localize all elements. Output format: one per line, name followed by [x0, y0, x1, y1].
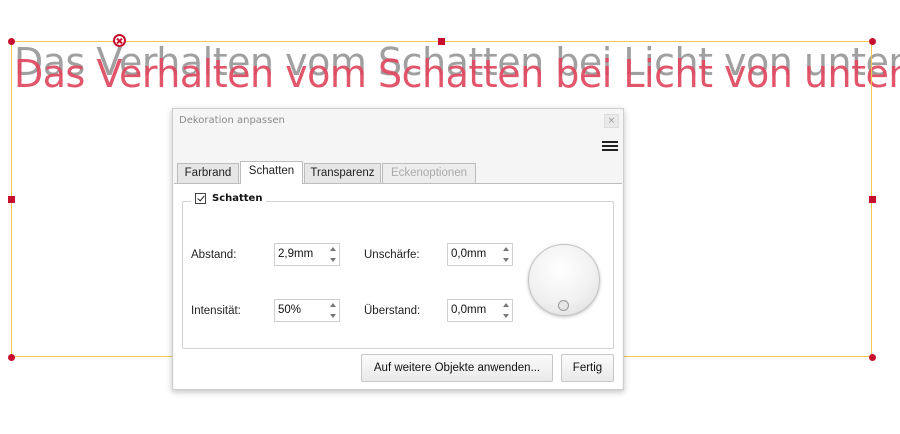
shadow-group-legend: Schatten: [191, 193, 267, 204]
intensitaet-value: 50%: [278, 304, 302, 316]
resize-handle-top-left[interactable]: [8, 38, 15, 45]
tab-transparenz[interactable]: Transparenz: [304, 163, 381, 183]
shadow-group: Schatten Abstand: 2,9mm Unschärfe: 0,0mm…: [182, 193, 614, 349]
tab-eckenoptionen: Eckenoptionen: [382, 163, 476, 183]
unschaerfe-label: Unschärfe:: [364, 249, 420, 261]
unschaerfe-value: 0,0mm: [451, 248, 487, 260]
resize-handle-top-center[interactable]: [438, 38, 445, 45]
ueberstand-stepper[interactable]: 0,0mm: [447, 299, 513, 322]
shadow-checkbox[interactable]: [195, 193, 206, 204]
resize-handle-bottom-right[interactable]: [869, 354, 876, 361]
dial-knob-handle[interactable]: [558, 300, 569, 311]
decoration-dialog: Dekoration anpassen × Farbrand Schatten …: [172, 108, 624, 390]
resize-handle-middle-right[interactable]: [869, 196, 876, 203]
light-direction-dial[interactable]: [528, 244, 600, 316]
abstand-increment-icon[interactable]: [330, 247, 336, 251]
tab-farbrand[interactable]: Farbrand: [177, 163, 239, 183]
abstand-stepper[interactable]: 2,9mm: [274, 243, 340, 266]
done-button[interactable]: Fertig: [561, 354, 614, 382]
unschaerfe-decrement-icon[interactable]: [503, 258, 509, 262]
resize-handle-bottom-left[interactable]: [8, 354, 15, 361]
shadow-tab-panel: Schatten Abstand: 2,9mm Unschärfe: 0,0mm…: [174, 183, 622, 389]
unschaerfe-stepper[interactable]: 0,0mm: [447, 243, 513, 266]
resize-handle-middle-left[interactable]: [8, 196, 15, 203]
intensitaet-increment-icon[interactable]: [330, 303, 336, 307]
intensitaet-stepper[interactable]: 50%: [274, 299, 340, 322]
dialog-title: Dekoration anpassen: [179, 115, 285, 126]
abstand-value: 2,9mm: [278, 248, 314, 260]
close-icon[interactable]: ×: [604, 114, 619, 128]
ueberstand-label: Überstand:: [364, 305, 421, 317]
ueberstand-value: 0,0mm: [451, 304, 487, 316]
abstand-label: Abstand:: [191, 249, 237, 261]
tab-schatten[interactable]: Schatten: [240, 161, 303, 184]
hamburger-menu-icon[interactable]: [602, 141, 618, 151]
unschaerfe-increment-icon[interactable]: [503, 247, 509, 251]
ueberstand-increment-icon[interactable]: [503, 303, 509, 307]
abstand-decrement-icon[interactable]: [330, 258, 336, 262]
intensitaet-label: Intensität:: [191, 305, 241, 317]
apply-to-objects-button[interactable]: Auf weitere Objekte anwenden...: [361, 354, 553, 382]
intensitaet-decrement-icon[interactable]: [330, 314, 336, 318]
shadow-checkbox-label: Schatten: [212, 193, 263, 204]
resize-handle-top-right[interactable]: [869, 38, 876, 45]
ueberstand-decrement-icon[interactable]: [503, 314, 509, 318]
rotate-handle-icon[interactable]: [113, 34, 126, 47]
